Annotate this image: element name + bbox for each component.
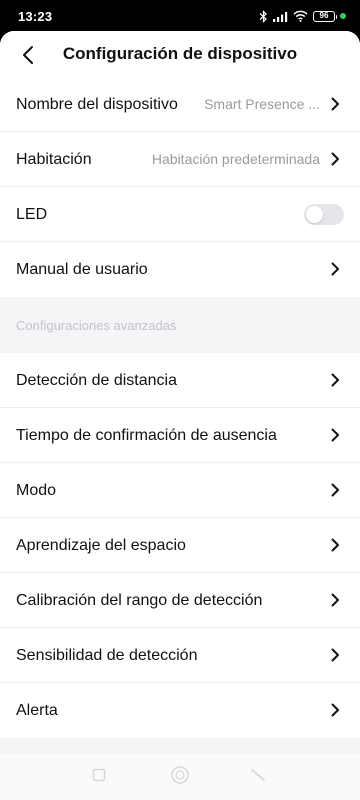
toggle-knob (306, 206, 323, 223)
row-label: Detección de distancia (16, 372, 177, 389)
row-led: LED (0, 187, 360, 242)
recording-indicator-dot (340, 13, 346, 19)
row-room[interactable]: Habitación Habitación predeterminada (0, 132, 360, 187)
row-label: Modo (16, 482, 57, 499)
page-title: Configuración de dispositivo (62, 44, 298, 63)
chevron-right-icon (331, 703, 339, 717)
row-label: Calibración del rango de detección (16, 592, 263, 609)
row-label: Aprendizaje del espacio (16, 537, 186, 554)
row-user-manual[interactable]: Manual de usuario (0, 242, 360, 297)
row-label: Tiempo de confirmación de ausencia (16, 427, 277, 444)
row-value: Smart Presence ... (204, 96, 320, 112)
battery-icon: 96 (313, 10, 337, 22)
status-bar: 13:23 96 (0, 0, 360, 32)
row-distance-detection[interactable]: Detección de distancia (0, 353, 360, 408)
section-header-advanced: Configuraciones avanzadas (0, 297, 360, 353)
battery-level: 96 (319, 11, 329, 20)
row-value: Habitación predeterminada (151, 151, 320, 167)
chevron-right-icon (331, 593, 339, 607)
chevron-right-icon (331, 428, 339, 442)
row-mode[interactable]: Modo (0, 463, 360, 518)
nav-home-icon[interactable] (170, 765, 190, 785)
chevron-right-icon (331, 152, 339, 166)
row-label: Habitación (16, 151, 92, 168)
row-label: Sensibilidad de detección (16, 647, 198, 664)
section-title: Configuraciones avanzadas (16, 318, 177, 333)
wifi-icon (293, 10, 308, 22)
row-absence-confirmation-time[interactable]: Tiempo de confirmación de ausencia (0, 408, 360, 463)
system-nav-bar (0, 754, 360, 800)
row-label: LED (16, 206, 48, 223)
chevron-right-icon (331, 538, 339, 552)
row-label: Alerta (16, 702, 58, 719)
nav-back-icon[interactable] (250, 767, 266, 783)
status-time: 13:23 (18, 9, 53, 24)
signal-icon (273, 11, 288, 22)
header: Configuración de dispositivo (0, 31, 360, 77)
bluetooth-icon (259, 9, 267, 23)
row-detection-sensitivity[interactable]: Sensibilidad de detección (0, 628, 360, 683)
chevron-right-icon (331, 262, 339, 276)
chevron-right-icon (331, 648, 339, 662)
row-label: Manual de usuario (16, 261, 148, 278)
chevron-right-icon (331, 483, 339, 497)
nav-recents-icon[interactable] (92, 768, 106, 782)
chevron-right-icon (331, 373, 339, 387)
led-toggle[interactable] (304, 204, 344, 225)
row-device-name[interactable]: Nombre del dispositivo Smart Presence ..… (0, 77, 360, 132)
status-icons: 96 (259, 8, 346, 24)
row-alert[interactable]: Alerta (0, 683, 360, 738)
row-detection-range-calibration[interactable]: Calibración del rango de detección (0, 573, 360, 628)
settings-sheet: Configuración de dispositivo Nombre del … (0, 31, 360, 800)
row-label: Nombre del dispositivo (16, 96, 178, 113)
chevron-right-icon (331, 97, 339, 111)
row-space-learning[interactable]: Aprendizaje del espacio (0, 518, 360, 573)
